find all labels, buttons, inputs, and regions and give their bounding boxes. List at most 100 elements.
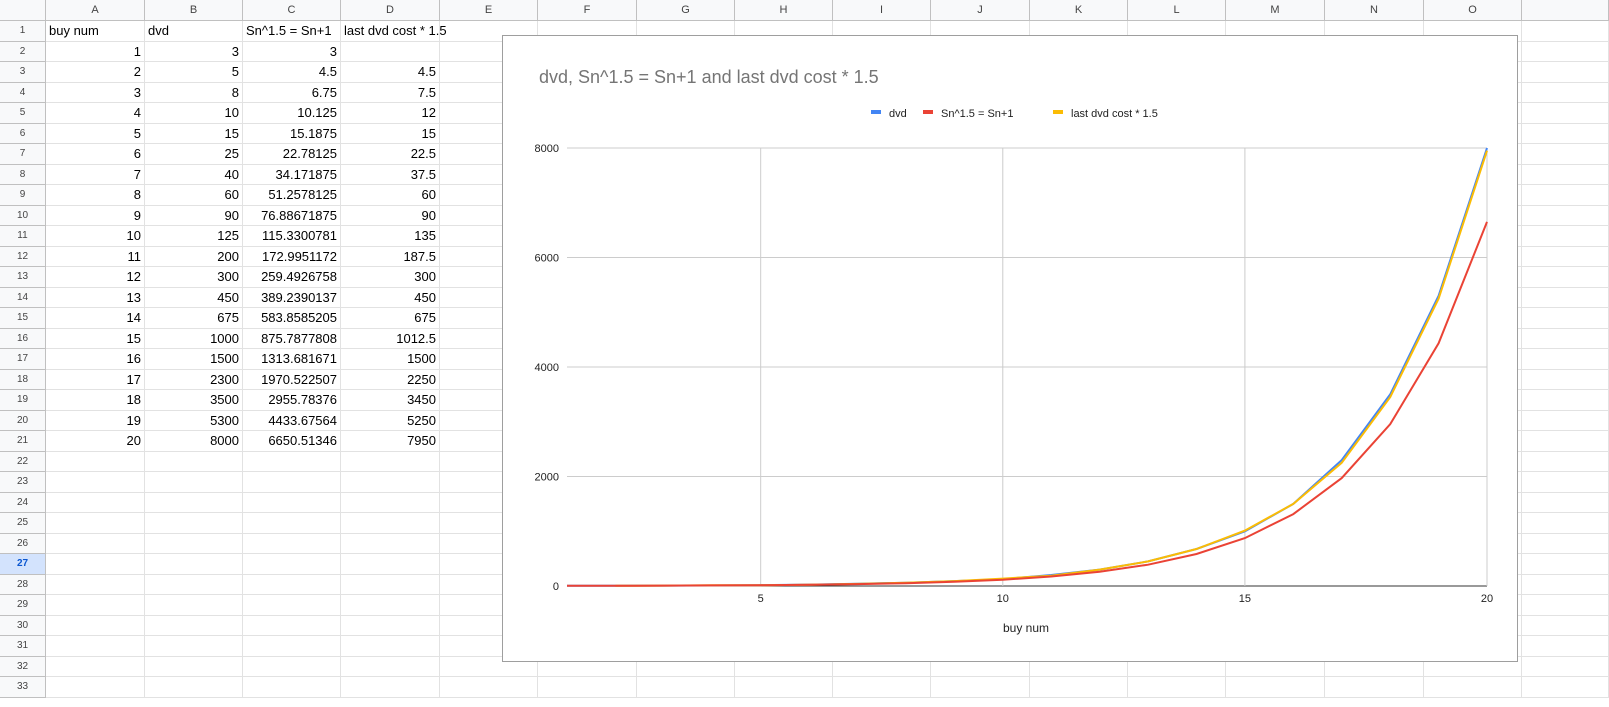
cell[interactable]: 5300 xyxy=(145,410,243,431)
cell[interactable] xyxy=(145,574,243,595)
row-header[interactable]: 28 xyxy=(0,574,46,595)
row-header[interactable]: 19 xyxy=(0,390,46,411)
column-header[interactable]: M xyxy=(1226,0,1325,21)
cell[interactable] xyxy=(46,513,145,534)
cell[interactable] xyxy=(46,554,145,575)
cell[interactable] xyxy=(1522,513,1609,534)
cell[interactable]: 2300 xyxy=(145,369,243,390)
cell[interactable] xyxy=(46,492,145,513)
cell[interactable]: 18 xyxy=(46,390,145,411)
row-header[interactable]: 7 xyxy=(0,144,46,165)
cell[interactable]: 4433.67564 xyxy=(243,410,341,431)
cell[interactable] xyxy=(341,533,440,554)
cell[interactable] xyxy=(538,677,637,698)
cell[interactable]: 25 xyxy=(145,144,243,165)
cell[interactable]: 11 xyxy=(46,246,145,267)
cell[interactable]: 2250 xyxy=(341,369,440,390)
series-line-1[interactable] xyxy=(567,221,1488,587)
cell[interactable] xyxy=(243,451,341,472)
row-header[interactable]: 17 xyxy=(0,349,46,370)
row-header[interactable]: 2 xyxy=(0,41,46,62)
row-header[interactable]: 11 xyxy=(0,226,46,247)
cell[interactable]: 187.5 xyxy=(341,246,440,267)
cell[interactable]: 10 xyxy=(46,226,145,247)
row-header[interactable]: 3 xyxy=(0,62,46,83)
cell[interactable]: 40 xyxy=(145,164,243,185)
cell[interactable] xyxy=(1522,595,1609,616)
column-header[interactable]: L xyxy=(1128,0,1226,21)
cell[interactable]: 3 xyxy=(145,41,243,62)
cell[interactable] xyxy=(1522,656,1609,677)
cell[interactable] xyxy=(46,677,145,698)
cell[interactable] xyxy=(341,472,440,493)
row-header[interactable]: 29 xyxy=(0,595,46,616)
cell[interactable]: 15 xyxy=(341,123,440,144)
cell[interactable]: 300 xyxy=(145,267,243,288)
cell[interactable]: 15 xyxy=(145,123,243,144)
cell[interactable]: dvd xyxy=(145,21,243,42)
row-header[interactable]: 22 xyxy=(0,451,46,472)
cell[interactable]: 1500 xyxy=(145,349,243,370)
cell[interactable]: 15 xyxy=(46,328,145,349)
cell[interactable] xyxy=(243,636,341,657)
cell[interactable] xyxy=(341,615,440,636)
column-header[interactable]: D xyxy=(341,0,440,21)
cell[interactable]: 1500 xyxy=(341,349,440,370)
cell[interactable]: 125 xyxy=(145,226,243,247)
row-header[interactable]: 32 xyxy=(0,656,46,677)
cell[interactable]: 115.3300781 xyxy=(243,226,341,247)
cell[interactable]: 1970.522507 xyxy=(243,369,341,390)
cell[interactable]: 5 xyxy=(46,123,145,144)
cell[interactable] xyxy=(1522,62,1609,83)
column-header[interactable]: E xyxy=(440,0,538,21)
cell[interactable] xyxy=(1522,615,1609,636)
cell[interactable]: 15.1875 xyxy=(243,123,341,144)
cell[interactable] xyxy=(1522,636,1609,657)
column-header[interactable]: C xyxy=(243,0,341,21)
cell[interactable]: 5250 xyxy=(341,410,440,431)
row-header[interactable]: 9 xyxy=(0,185,46,206)
cell[interactable]: 259.4926758 xyxy=(243,267,341,288)
cell[interactable] xyxy=(1522,21,1609,42)
cell[interactable] xyxy=(46,574,145,595)
cell[interactable]: 14 xyxy=(46,308,145,329)
cell[interactable]: 8000 xyxy=(145,431,243,452)
cell[interactable] xyxy=(1522,431,1609,452)
cell[interactable] xyxy=(1522,574,1609,595)
cell[interactable] xyxy=(1522,267,1609,288)
row-header[interactable]: 33 xyxy=(0,677,46,698)
cell[interactable]: Sn^1.5 = Sn+1 xyxy=(243,21,341,42)
cell[interactable] xyxy=(1522,185,1609,206)
cell[interactable]: 200 xyxy=(145,246,243,267)
cell[interactable] xyxy=(735,677,833,698)
cell[interactable] xyxy=(341,451,440,472)
cell[interactable] xyxy=(637,677,735,698)
cell[interactable]: 2955.78376 xyxy=(243,390,341,411)
cell[interactable] xyxy=(1522,246,1609,267)
row-header[interactable]: 10 xyxy=(0,205,46,226)
cell[interactable] xyxy=(1522,369,1609,390)
cell[interactable]: 16 xyxy=(46,349,145,370)
cell[interactable] xyxy=(1522,492,1609,513)
cell[interactable] xyxy=(243,513,341,534)
cell[interactable] xyxy=(1522,164,1609,185)
cell[interactable]: 22.78125 xyxy=(243,144,341,165)
column-header[interactable]: N xyxy=(1325,0,1424,21)
cell[interactable]: 1012.5 xyxy=(341,328,440,349)
cell[interactable]: 300 xyxy=(341,267,440,288)
cell[interactable]: 51.2578125 xyxy=(243,185,341,206)
cell[interactable]: last dvd cost * 1.5 xyxy=(341,21,447,42)
row-header[interactable]: 4 xyxy=(0,82,46,103)
cell[interactable]: buy num xyxy=(46,21,145,42)
cell[interactable] xyxy=(341,574,440,595)
column-header[interactable]: J xyxy=(931,0,1030,21)
cell[interactable]: 6650.51346 xyxy=(243,431,341,452)
cell[interactable] xyxy=(1522,308,1609,329)
cell[interactable] xyxy=(145,554,243,575)
cell[interactable] xyxy=(46,595,145,616)
column-header[interactable]: K xyxy=(1030,0,1128,21)
cell[interactable]: 3450 xyxy=(341,390,440,411)
cell[interactable]: 135 xyxy=(341,226,440,247)
cell[interactable] xyxy=(243,554,341,575)
cell[interactable] xyxy=(46,656,145,677)
